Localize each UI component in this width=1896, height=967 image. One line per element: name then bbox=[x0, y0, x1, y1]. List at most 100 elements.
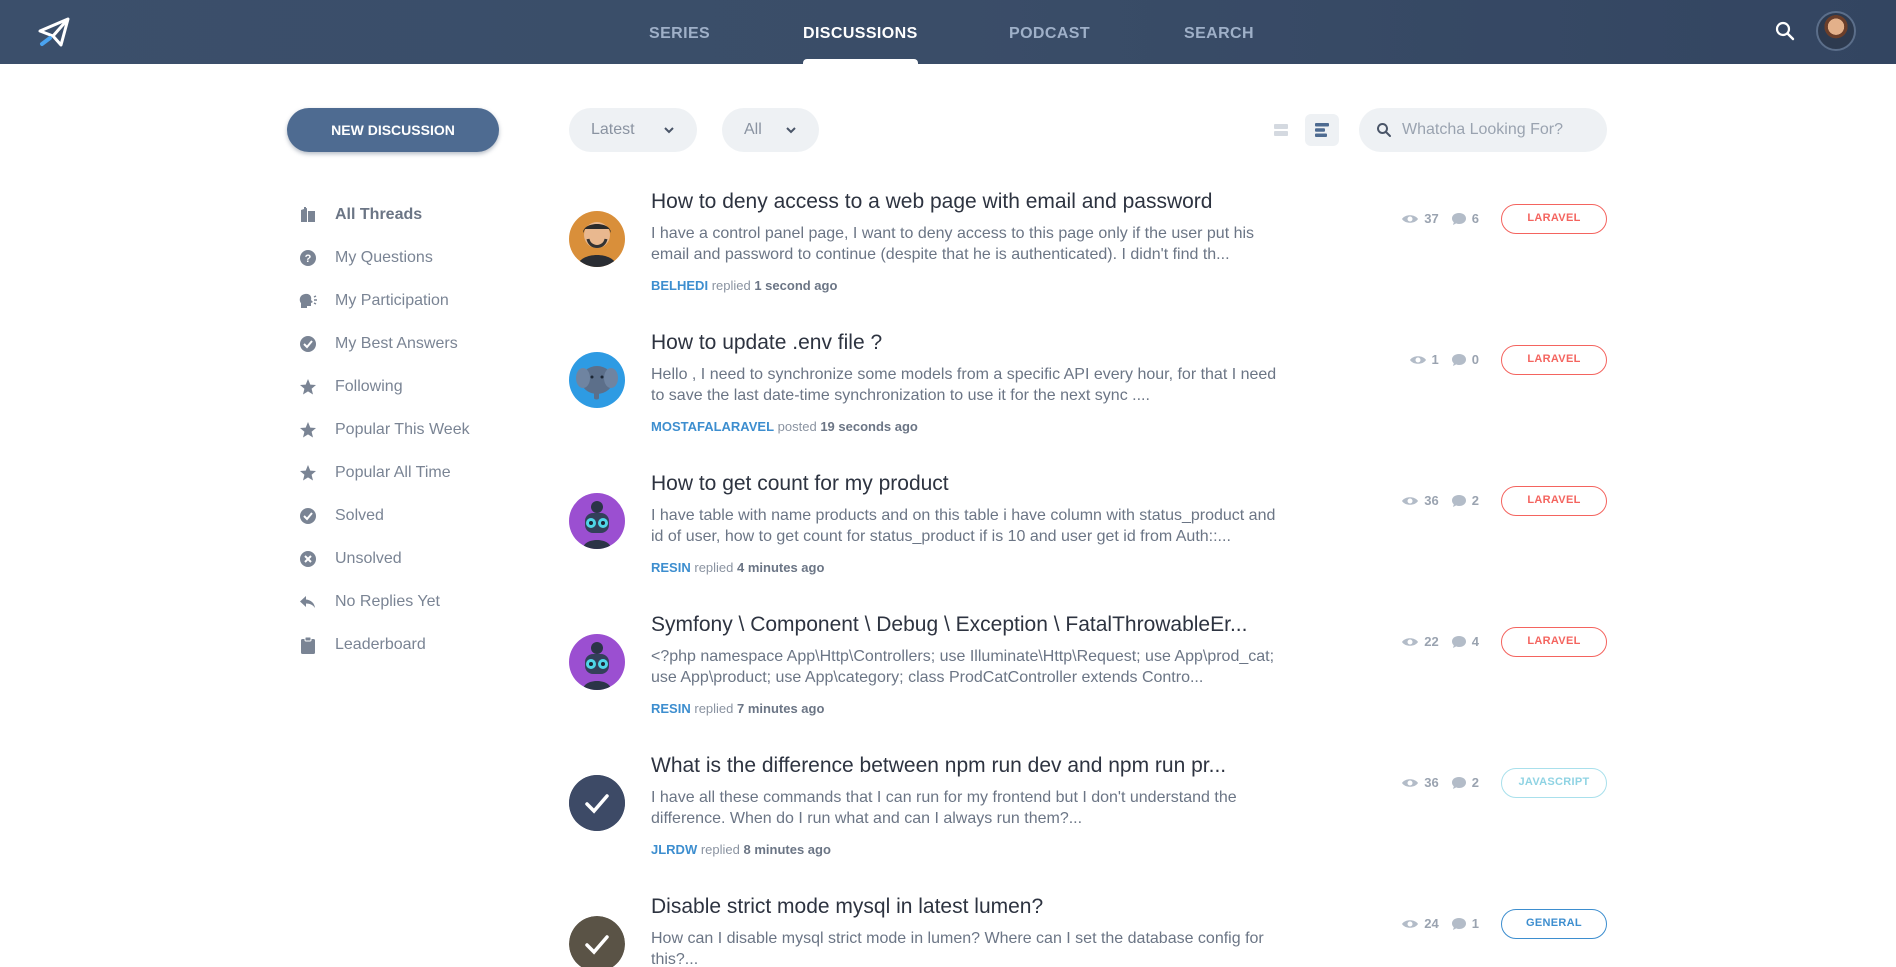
nav-discussions[interactable]: DISCUSSIONS bbox=[803, 0, 918, 64]
sidebar-item-all-threads[interactable]: All Threads bbox=[298, 203, 422, 227]
sidebar-item-my-participation[interactable]: My Participation bbox=[298, 289, 449, 313]
thread-title[interactable]: Disable strict mode mysql in latest lume… bbox=[651, 895, 1043, 919]
thread-excerpt: Hello , I need to synchronize some model… bbox=[651, 366, 1277, 404]
x-circle-icon bbox=[298, 549, 318, 569]
check-circle-icon bbox=[298, 506, 318, 526]
sidebar-item-leaderboard[interactable]: Leaderboard bbox=[298, 633, 426, 657]
search-input[interactable] bbox=[1402, 108, 1592, 152]
eye-icon bbox=[1402, 778, 1419, 787]
thread-user-link[interactable]: MOSTAFALARAVEL bbox=[651, 419, 774, 434]
thread-action: replied bbox=[711, 278, 751, 293]
sidebar-item-unsolved[interactable]: Unsolved bbox=[298, 547, 402, 571]
paper-plane-icon[interactable] bbox=[36, 14, 72, 50]
speaking-head-icon bbox=[298, 291, 318, 311]
robot-avatar[interactable] bbox=[569, 634, 625, 690]
sidebar-item-label: Solved bbox=[335, 507, 384, 524]
replies-value: 6 bbox=[1471, 211, 1479, 226]
thread-action: replied bbox=[694, 560, 734, 575]
thread-user-link[interactable]: RESIN bbox=[651, 560, 691, 575]
thread-item[interactable]: How to update .env file ? Hello , I need… bbox=[569, 331, 1607, 451]
elephant-avatar[interactable] bbox=[569, 352, 625, 408]
thread-item[interactable]: How to deny access to a web page with em… bbox=[569, 190, 1607, 310]
replies-count: 0 bbox=[1451, 352, 1479, 367]
solved-check-avatar[interactable] bbox=[569, 916, 625, 967]
sidebar-item-label: Popular This Week bbox=[335, 421, 470, 438]
category-select-value: All bbox=[744, 121, 762, 138]
thread-excerpt: I have all these commands that I can run… bbox=[651, 789, 1237, 827]
thread-user-link[interactable]: JLRDW bbox=[651, 842, 697, 857]
sidebar-item-my-questions[interactable]: ? My Questions bbox=[298, 246, 433, 270]
compact-view-button[interactable] bbox=[1264, 114, 1298, 146]
thread-meta: RESIN replied 4 minutes ago bbox=[651, 560, 824, 575]
search-icon bbox=[1377, 123, 1391, 137]
thread-stats: 37 6 bbox=[1401, 211, 1479, 226]
thread-time: 4 minutes ago bbox=[737, 560, 825, 575]
star-icon bbox=[298, 377, 318, 397]
sidebar-item-label: My Participation bbox=[335, 292, 449, 309]
thread-title[interactable]: How to deny access to a web page with em… bbox=[651, 190, 1212, 214]
eye-icon bbox=[1402, 637, 1419, 646]
eye-icon bbox=[1402, 496, 1419, 505]
replies-count: 2 bbox=[1451, 493, 1479, 508]
thread-item[interactable]: Symfony \ Component \ Debug \ Exception … bbox=[569, 613, 1607, 733]
eye-icon bbox=[1402, 919, 1419, 928]
category-select[interactable]: All bbox=[722, 108, 819, 152]
new-discussion-button[interactable]: NEW DISCUSSION bbox=[287, 108, 499, 152]
search-icon[interactable] bbox=[1774, 20, 1796, 42]
sidebar-item-popular-all-time[interactable]: Popular All Time bbox=[298, 461, 451, 485]
sort-select[interactable]: Latest bbox=[569, 108, 697, 152]
user-avatar[interactable] bbox=[1816, 11, 1856, 51]
tag-badge[interactable]: LARAVEL bbox=[1501, 486, 1607, 516]
sidebar-item-my-best-answers[interactable]: My Best Answers bbox=[298, 332, 458, 356]
thread-title[interactable]: How to get count for my product bbox=[651, 472, 949, 496]
thread-excerpt: How can I disable mysql strict mode in l… bbox=[651, 930, 1264, 967]
tag-badge[interactable]: GENERAL bbox=[1501, 909, 1607, 939]
sidebar-item-no-replies-yet[interactable]: No Replies Yet bbox=[298, 590, 440, 614]
question-circle-icon: ? bbox=[298, 248, 318, 268]
replies-count: 6 bbox=[1451, 211, 1479, 226]
thread-stats: 1 0 bbox=[1409, 352, 1479, 367]
thread-time: 19 seconds ago bbox=[820, 419, 918, 434]
robot-avatar[interactable] bbox=[569, 493, 625, 549]
thread-excerpt: <?php namespace App\Http\Controllers; us… bbox=[651, 648, 1275, 686]
nav-podcast[interactable]: PODCAST bbox=[1009, 0, 1090, 64]
thread-title[interactable]: How to update .env file ? bbox=[651, 331, 882, 355]
views-value: 24 bbox=[1424, 916, 1439, 931]
replies-value: 2 bbox=[1471, 493, 1479, 508]
sidebar-item-following[interactable]: Following bbox=[298, 375, 403, 399]
views-count: 22 bbox=[1401, 634, 1439, 649]
nav-series[interactable]: SERIES bbox=[649, 0, 710, 64]
thread-item[interactable]: How to get count for my product I have t… bbox=[569, 472, 1607, 592]
tag-badge[interactable]: LARAVEL bbox=[1501, 627, 1607, 657]
comment-icon bbox=[1451, 917, 1466, 930]
thread-title[interactable]: What is the difference between npm run d… bbox=[651, 754, 1226, 778]
thread-action: replied bbox=[694, 701, 734, 716]
reply-icon bbox=[298, 592, 318, 612]
sidebar-item-popular-this-week[interactable]: Popular This Week bbox=[298, 418, 470, 442]
tag-badge[interactable]: LARAVEL bbox=[1501, 204, 1607, 234]
thread-title[interactable]: Symfony \ Component \ Debug \ Exception … bbox=[651, 613, 1247, 637]
comment-icon bbox=[1451, 212, 1466, 225]
eye-icon bbox=[1409, 355, 1426, 364]
star-icon bbox=[298, 463, 318, 483]
tag-badge[interactable]: LARAVEL bbox=[1501, 345, 1607, 375]
detailed-view-button[interactable] bbox=[1305, 114, 1339, 146]
thread-time: 8 minutes ago bbox=[743, 842, 831, 857]
compact-list-icon bbox=[1274, 124, 1288, 136]
thread-user-link[interactable]: RESIN bbox=[651, 701, 691, 716]
views-count: 36 bbox=[1401, 775, 1439, 790]
sidebar-item-solved[interactable]: Solved bbox=[298, 504, 384, 528]
top-nav-bar: SERIES DISCUSSIONS PODCAST SEARCH bbox=[0, 0, 1896, 64]
thread-search[interactable] bbox=[1359, 108, 1607, 152]
thread-item[interactable]: What is the difference between npm run d… bbox=[569, 754, 1607, 874]
star-icon bbox=[298, 420, 318, 440]
nav-search[interactable]: SEARCH bbox=[1184, 0, 1254, 64]
tag-badge[interactable]: JAVASCRIPT bbox=[1501, 768, 1607, 798]
thread-action: replied bbox=[700, 842, 740, 857]
solved-check-avatar[interactable] bbox=[569, 775, 625, 831]
thread-excerpt: I have table with name products and on t… bbox=[651, 507, 1276, 545]
thread-user-link[interactable]: BELHEDI bbox=[651, 278, 708, 293]
thread-item[interactable]: Disable strict mode mysql in latest lume… bbox=[569, 895, 1607, 967]
person-avatar[interactable] bbox=[569, 211, 625, 267]
comment-icon bbox=[1451, 353, 1466, 366]
